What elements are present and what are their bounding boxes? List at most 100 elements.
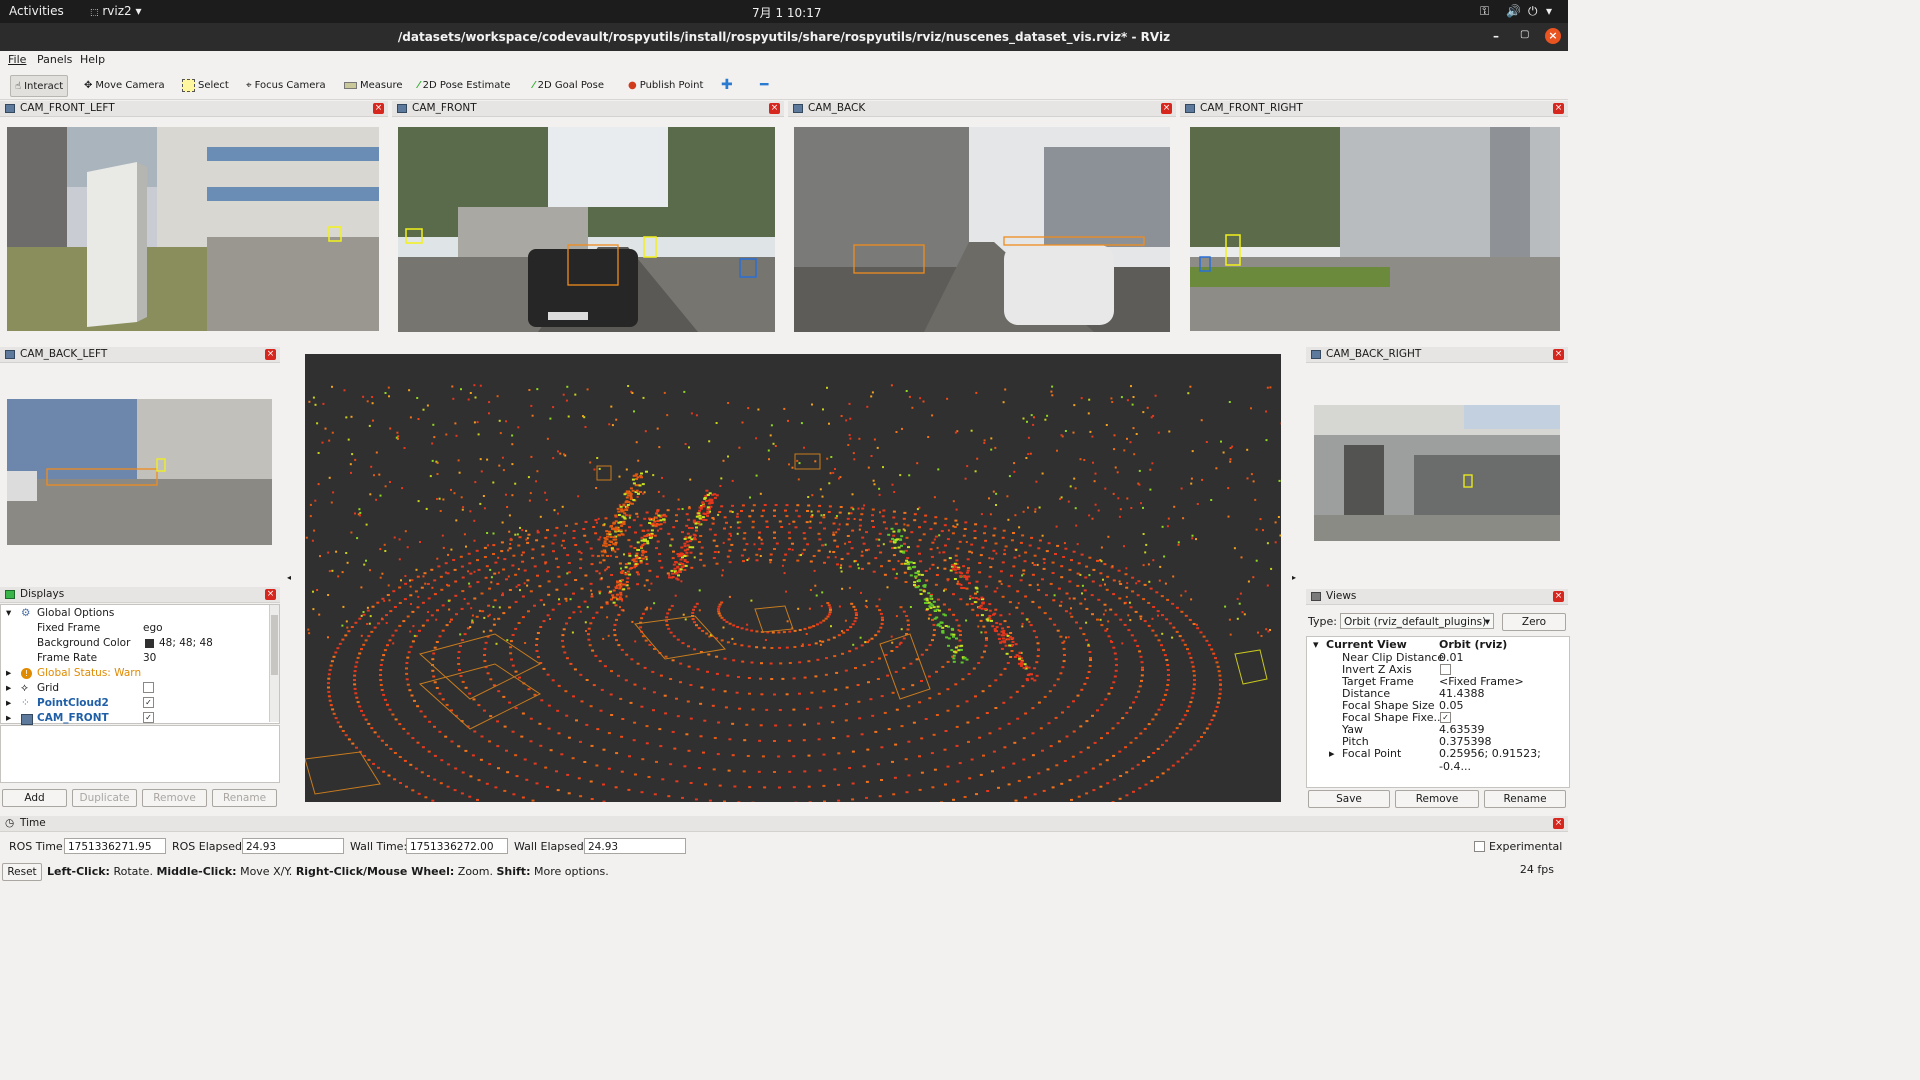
select-icon bbox=[182, 78, 195, 92]
camera-image[interactable] bbox=[7, 127, 379, 331]
ros-elapsed-field[interactable]: 24.93 bbox=[242, 838, 344, 854]
tree-row-frame-rate[interactable]: Frame Rate 30 bbox=[1, 651, 269, 666]
remove-tool-icon[interactable]: ━ bbox=[760, 75, 768, 95]
add-display-button[interactable]: Add bbox=[2, 789, 67, 807]
grid-enable-checkbox[interactable] bbox=[143, 682, 154, 693]
tree-value[interactable]: 30 bbox=[143, 652, 156, 664]
close-icon[interactable]: × bbox=[1553, 103, 1564, 114]
close-icon[interactable]: × bbox=[265, 589, 276, 600]
tree-row-global-options[interactable]: ▾ ⚙ Global Options bbox=[1, 606, 269, 621]
camera-image[interactable] bbox=[1190, 127, 1560, 331]
expand-arrow-icon[interactable]: ▾ bbox=[6, 607, 11, 619]
expand-arrow-icon[interactable]: ▸ bbox=[6, 667, 11, 679]
tree-value[interactable]: 48; 48; 48 bbox=[159, 637, 213, 649]
rename-view-button[interactable]: Rename bbox=[1484, 790, 1566, 808]
camera-image[interactable] bbox=[1314, 405, 1560, 541]
menu-panels[interactable]: Panels bbox=[37, 53, 72, 66]
pointcloud-enable-checkbox[interactable]: ✓ bbox=[143, 697, 154, 708]
close-icon[interactable]: × bbox=[1553, 818, 1564, 829]
ros-time-field[interactable]: 1751336271.95 bbox=[64, 838, 166, 854]
tree-row-pointcloud2[interactable]: ▸ ⁘ PointCloud2 ✓ bbox=[1, 696, 269, 711]
wall-time-field[interactable]: 1751336272.00 bbox=[406, 838, 508, 854]
save-view-button[interactable]: Save bbox=[1308, 790, 1390, 808]
cam-front-enable-checkbox[interactable]: ✓ bbox=[143, 712, 154, 723]
camera-image[interactable] bbox=[398, 127, 775, 332]
duplicate-display-button[interactable]: Duplicate bbox=[72, 789, 137, 807]
displays-scrollbar[interactable] bbox=[269, 605, 279, 722]
expand-arrow-icon[interactable]: ▸ bbox=[6, 697, 11, 709]
current-view-row[interactable]: ▾ Current View Orbit (rviz) bbox=[1307, 638, 1569, 651]
goal-pose-tool-button[interactable]: ⁄ 2D Goal Pose bbox=[533, 75, 604, 95]
pose-estimate-tool-button[interactable]: ⁄ 2D Pose Estimate bbox=[418, 75, 510, 95]
invert-z-checkbox[interactable] bbox=[1440, 664, 1451, 675]
hint-text: Rotate. bbox=[113, 865, 153, 878]
time-panel: ROS Time: 1751336271.95 ROS Elapsed: 24.… bbox=[0, 832, 1568, 860]
focus-camera-tool-button[interactable]: ⌖ Focus Camera bbox=[246, 75, 326, 95]
3d-render-viewport[interactable] bbox=[305, 354, 1281, 802]
color-swatch[interactable] bbox=[145, 639, 154, 648]
scrollbar-thumb[interactable] bbox=[271, 615, 278, 675]
close-icon[interactable]: × bbox=[373, 103, 384, 114]
close-icon[interactable]: × bbox=[1553, 349, 1564, 360]
clock[interactable]: 7月 1 10:17 bbox=[752, 4, 821, 21]
add-tool-icon[interactable]: ✚ bbox=[721, 75, 733, 95]
network-icon[interactable]: ⚿ bbox=[1480, 4, 1489, 19]
activities-button[interactable]: Activities bbox=[9, 4, 64, 18]
minimize-icon[interactable]: – bbox=[1493, 29, 1499, 43]
app-menu[interactable]: ⬚ rviz2 ▾ bbox=[90, 4, 142, 18]
close-icon[interactable]: × bbox=[1545, 28, 1561, 44]
hint-key: Shift: bbox=[496, 865, 531, 878]
publish-point-tool-button[interactable]: ● Publish Point bbox=[628, 75, 703, 95]
menu-help[interactable]: Help bbox=[80, 53, 105, 66]
move-camera-tool-button[interactable]: ✥ Move Camera bbox=[84, 75, 165, 95]
tree-row-cam-front[interactable]: ▸ CAM_FRONT ✓ bbox=[1, 711, 269, 726]
close-icon[interactable]: × bbox=[1161, 103, 1172, 114]
toolbar: ☝ Interact ✥ Move Camera Select ⌖ Focus Cam… bbox=[0, 69, 1568, 100]
power-icon[interactable]: ⏻ bbox=[1528, 4, 1538, 19]
menu-file[interactable]: File bbox=[8, 53, 26, 66]
volume-icon[interactable]: 🔊 bbox=[1506, 4, 1521, 18]
view-type-select[interactable]: Orbit (rviz_default_plugins) ▾ bbox=[1340, 613, 1494, 629]
zero-view-button[interactable]: Zero bbox=[1502, 613, 1566, 631]
experimental-checkbox[interactable] bbox=[1474, 841, 1485, 852]
tree-row-background-color[interactable]: Background Color 48; 48; 48 bbox=[1, 636, 269, 651]
tree-row-global-status[interactable]: ▸ ! Global Status: Warn bbox=[1, 666, 269, 681]
tree-value[interactable]: ego bbox=[143, 622, 163, 634]
select-tool-button[interactable]: Select bbox=[182, 75, 229, 95]
expand-arrow-icon[interactable]: ▸ bbox=[6, 682, 11, 694]
pointcloud-visualization[interactable] bbox=[305, 354, 1281, 802]
tree-row-fixed-frame[interactable]: Fixed Frame ego bbox=[1, 621, 269, 636]
panel-title-bar: CAM_FRONT_RIGHT × bbox=[1180, 101, 1568, 117]
expand-arrow-icon[interactable]: ▾ bbox=[1313, 638, 1319, 651]
displays-icon bbox=[5, 590, 15, 599]
expand-arrow-icon[interactable]: ▸ bbox=[6, 712, 11, 724]
focal-shape-fixed-checkbox[interactable]: ✓ bbox=[1440, 712, 1451, 723]
remove-view-button[interactable]: Remove bbox=[1395, 790, 1479, 808]
expand-arrow-icon[interactable]: ▸ bbox=[1329, 747, 1335, 760]
hint-key: Right-Click/Mouse Wheel: bbox=[295, 865, 455, 878]
rename-display-button[interactable]: Rename bbox=[212, 789, 277, 807]
close-icon[interactable]: × bbox=[1553, 591, 1564, 602]
tree-value[interactable]: 0.25956; 0.91523; -0.4... bbox=[1439, 747, 1569, 773]
ros-time-label: ROS Time: bbox=[9, 840, 67, 853]
camera-image[interactable] bbox=[794, 127, 1170, 332]
tree-row-grid[interactable]: ▸ ⟡ Grid bbox=[1, 681, 269, 696]
interact-tool-button[interactable]: ☝ Interact bbox=[10, 75, 69, 97]
cam-back-right-panel: CAM_BACK_RIGHT × bbox=[1306, 347, 1568, 583]
goal-pose-label: 2D Goal Pose bbox=[537, 79, 605, 91]
remove-display-button[interactable]: Remove bbox=[142, 789, 207, 807]
focal-point-row[interactable]: ▸ Focal Point 0.25956; 0.91523; -0.4... bbox=[1307, 747, 1569, 773]
close-icon[interactable]: × bbox=[769, 103, 780, 114]
measure-tool-button[interactable]: Measure bbox=[344, 75, 403, 95]
chevron-down-icon[interactable]: ▾ bbox=[1546, 4, 1552, 18]
camera-image[interactable] bbox=[7, 399, 272, 545]
hint-key: Middle-Click: bbox=[156, 865, 237, 878]
reset-button[interactable]: Reset bbox=[2, 863, 42, 881]
close-icon[interactable]: × bbox=[265, 349, 276, 360]
maximize-icon[interactable]: ▢ bbox=[1520, 29, 1529, 40]
collapse-left-arrow-icon[interactable]: ◂ bbox=[287, 573, 291, 582]
bounding-box bbox=[418, 633, 541, 700]
panel-title: CAM_FRONT_RIGHT bbox=[1200, 102, 1303, 114]
collapse-right-arrow-icon[interactable]: ▸ bbox=[1292, 573, 1296, 582]
wall-elapsed-field[interactable]: 24.93 bbox=[584, 838, 686, 854]
